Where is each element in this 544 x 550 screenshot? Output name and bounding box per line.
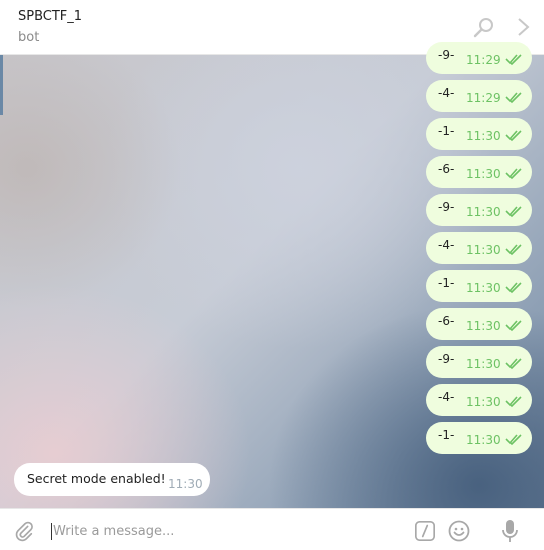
double-check-icon — [505, 358, 522, 370]
outgoing-message[interactable]: -4- 11:29 — [426, 80, 532, 112]
slash-command-icon[interactable] — [414, 520, 436, 542]
outgoing-message[interactable]: -9- 11:29 — [426, 42, 532, 74]
outgoing-message[interactable]: -6- 11:30 — [426, 308, 532, 340]
message-time: 11:30 — [466, 281, 501, 295]
double-check-icon — [505, 168, 522, 180]
message-time: 11:30 — [466, 319, 501, 333]
double-check-icon — [505, 206, 522, 218]
message-time: 11:29 — [466, 91, 501, 105]
incoming-message[interactable]: Secret mode enabled! 11:30 — [14, 463, 210, 496]
outgoing-message[interactable]: -6- 11:30 — [426, 156, 532, 188]
message-time: 11:30 — [466, 395, 501, 409]
message-text: -9- — [438, 48, 455, 62]
message-time: 11:30 — [168, 477, 203, 491]
double-check-icon — [505, 282, 522, 294]
message-input[interactable] — [53, 519, 393, 543]
message-time: 11:29 — [466, 53, 501, 67]
double-check-icon — [505, 130, 522, 142]
double-check-icon — [505, 320, 522, 332]
text-caret — [51, 523, 52, 540]
chat-status: bot — [18, 30, 40, 45]
outgoing-message[interactable]: -9- 11:30 — [426, 346, 532, 378]
message-text: -1- — [438, 276, 455, 290]
outgoing-message[interactable]: -4- 11:30 — [426, 232, 532, 264]
message-text: -4- — [438, 238, 455, 252]
double-check-icon — [505, 54, 522, 66]
message-text: -9- — [438, 200, 455, 214]
chat-title[interactable]: SPBCTF_1 — [18, 9, 82, 24]
message-text: -1- — [438, 428, 455, 442]
message-time: 11:30 — [466, 357, 501, 371]
double-check-icon — [505, 244, 522, 256]
message-time: 11:30 — [466, 129, 501, 143]
message-text: -4- — [438, 390, 455, 404]
message-text: -4- — [438, 86, 455, 100]
message-text: -6- — [438, 314, 455, 328]
message-time: 11:30 — [466, 167, 501, 181]
message-text: -6- — [438, 162, 455, 176]
outgoing-message[interactable]: -1- 11:30 — [426, 422, 532, 454]
paperclip-icon[interactable] — [13, 520, 35, 542]
double-check-icon — [505, 92, 522, 104]
outgoing-message[interactable]: -4- 11:30 — [426, 384, 532, 416]
message-time: 11:30 — [466, 243, 501, 257]
message-time: 11:30 — [466, 205, 501, 219]
message-text: -1- — [438, 124, 455, 138]
microphone-icon[interactable] — [500, 518, 520, 544]
message-composer — [0, 508, 544, 550]
outgoing-message[interactable]: -1- 11:30 — [426, 270, 532, 302]
double-check-icon — [505, 396, 522, 408]
chevron-right-icon[interactable] — [513, 15, 537, 39]
outgoing-message[interactable]: -1- 11:30 — [426, 118, 532, 150]
emoji-icon[interactable] — [447, 519, 471, 543]
message-time: 11:30 — [466, 433, 501, 447]
scroll-edge — [0, 55, 3, 115]
search-icon[interactable] — [472, 15, 496, 39]
message-text: Secret mode enabled! — [27, 471, 166, 486]
outgoing-message[interactable]: -9- 11:30 — [426, 194, 532, 226]
message-text: -9- — [438, 352, 455, 366]
double-check-icon — [505, 434, 522, 446]
